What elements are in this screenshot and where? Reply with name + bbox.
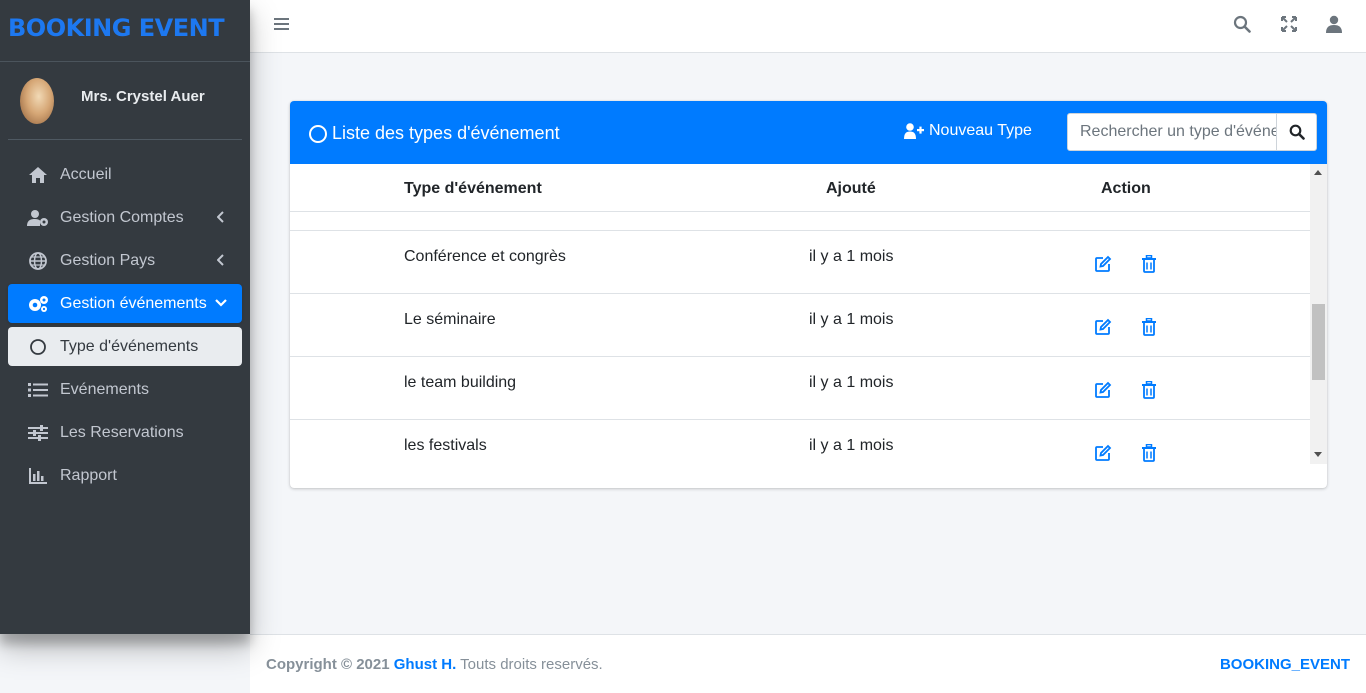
edit-icon[interactable] bbox=[1094, 318, 1112, 336]
sidebar-item-label: Rapport bbox=[60, 466, 117, 484]
added-cell: il y a 1 mois bbox=[809, 374, 894, 391]
sidebar-item-evenements[interactable]: Evénements bbox=[8, 370, 242, 409]
home-icon bbox=[27, 165, 49, 185]
added-cell: il y a 1 mois bbox=[809, 311, 894, 328]
search-group bbox=[1067, 113, 1317, 151]
search-input[interactable] bbox=[1068, 114, 1276, 150]
search-icon bbox=[1289, 124, 1305, 140]
cogs-icon bbox=[27, 294, 49, 314]
column-header-action: Action bbox=[1101, 180, 1151, 197]
card-title-text: Liste des types d'événement bbox=[332, 123, 560, 143]
rights-text: Touts droits reservés. bbox=[460, 656, 603, 673]
circle-icon bbox=[309, 124, 327, 143]
sidebar-item-label: Gestion Comptes bbox=[60, 208, 184, 226]
menu-toggle-icon[interactable] bbox=[274, 17, 289, 31]
brand-link[interactable]: BOOKING EVENT bbox=[0, 0, 250, 62]
search-icon[interactable] bbox=[1233, 15, 1251, 33]
table-scrollbar[interactable] bbox=[1310, 164, 1327, 464]
edit-icon[interactable] bbox=[1094, 255, 1112, 273]
card-title: Liste des types d'événement bbox=[309, 123, 560, 144]
sidebar-item-gestion-comptes[interactable]: Gestion Comptes bbox=[8, 198, 242, 237]
sidebar-item-gestion-evenements[interactable]: Gestion événements bbox=[8, 284, 242, 323]
sidebar-item-reservations[interactable]: Les Reservations bbox=[8, 413, 242, 452]
sidebar-item-label: Gestion événements bbox=[60, 294, 207, 312]
search-button[interactable] bbox=[1276, 114, 1316, 150]
table-header: Type d'événement Ajouté Action bbox=[290, 164, 1310, 212]
sidebar: BOOKING EVENT Mrs. Crystel Auer Accueil … bbox=[0, 0, 250, 634]
circle-icon bbox=[27, 337, 49, 357]
scroll-down-arrow-icon[interactable] bbox=[1314, 452, 1322, 457]
sidebar-item-label: Les Reservations bbox=[60, 423, 184, 441]
table-row: les festivals il y a 1 mois bbox=[290, 419, 1310, 464]
added-cell: il y a 1 mois bbox=[809, 248, 894, 265]
table-row: Le séminaire il y a 1 mois bbox=[290, 293, 1310, 356]
footer-copyright: Copyright © 2021 Ghust H. Touts droits r… bbox=[266, 656, 603, 673]
new-type-button[interactable]: Nouveau Type bbox=[904, 122, 1032, 140]
sidebar-item-label: Evénements bbox=[60, 380, 149, 398]
type-cell: Conférence et congrès bbox=[404, 248, 566, 265]
footer: Copyright © 2021 Ghust H. Touts droits r… bbox=[250, 634, 1366, 693]
type-cell: Le séminaire bbox=[404, 311, 496, 328]
edit-icon[interactable] bbox=[1094, 444, 1112, 462]
delete-icon[interactable] bbox=[1141, 443, 1159, 462]
column-header-added[interactable]: Ajouté bbox=[826, 180, 876, 198]
new-type-label: Nouveau Type bbox=[929, 122, 1032, 139]
added-cell: il y a 1 mois bbox=[809, 437, 894, 454]
scroll-up-arrow-icon[interactable] bbox=[1314, 170, 1322, 175]
sidebar-item-label: Accueil bbox=[60, 165, 112, 183]
type-cell: le team building bbox=[404, 374, 517, 391]
user-plus-icon bbox=[904, 123, 924, 139]
chevron-left-icon bbox=[214, 209, 228, 225]
list-icon bbox=[27, 380, 49, 400]
sidebar-item-label: Type d'événements bbox=[60, 337, 199, 355]
edit-icon[interactable] bbox=[1094, 381, 1112, 399]
sidebar-item-gestion-pays[interactable]: Gestion Pays bbox=[8, 241, 242, 280]
column-header-type[interactable]: Type d'événement bbox=[404, 180, 542, 198]
globe-icon bbox=[27, 251, 49, 271]
sliders-icon bbox=[27, 423, 49, 443]
event-types-card: Liste des types d'événement Nouveau Type… bbox=[290, 101, 1327, 488]
delete-icon[interactable] bbox=[1141, 317, 1159, 336]
delete-icon[interactable] bbox=[1141, 254, 1159, 273]
table-row: Conférence et congrès il y a 1 mois bbox=[290, 230, 1310, 293]
user-panel: Mrs. Crystel Auer bbox=[8, 62, 242, 140]
card-header: Liste des types d'événement Nouveau Type bbox=[290, 101, 1327, 164]
sidebar-item-accueil[interactable]: Accueil bbox=[8, 155, 242, 194]
users-cog-icon bbox=[27, 208, 49, 228]
chart-bar-icon bbox=[27, 466, 49, 486]
footer-brand: BOOKING_EVENT bbox=[1219, 656, 1350, 673]
user-name[interactable]: Mrs. Crystel Auer bbox=[81, 88, 205, 105]
sidebar-item-label: Gestion Pays bbox=[60, 251, 156, 269]
avatar[interactable] bbox=[20, 78, 54, 124]
sidebar-nav: Accueil Gestion Comptes Gestion Pays Ges… bbox=[0, 140, 250, 495]
fullscreen-icon[interactable] bbox=[1280, 15, 1298, 33]
sidebar-item-rapport[interactable]: Rapport bbox=[8, 456, 242, 495]
type-cell: les festivals bbox=[404, 437, 487, 454]
delete-icon[interactable] bbox=[1141, 380, 1159, 399]
chevron-left-icon bbox=[214, 252, 228, 268]
copyright-text: Copyright © 2021 bbox=[266, 656, 390, 673]
top-navbar bbox=[250, 0, 1366, 53]
user-icon[interactable] bbox=[1326, 15, 1344, 33]
chevron-down-icon bbox=[214, 295, 228, 311]
event-types-table[interactable]: Type d'événement Ajouté Action Conférenc… bbox=[290, 164, 1327, 464]
brand-title: BOOKING EVENT bbox=[8, 14, 225, 42]
author-link[interactable]: Ghust H. bbox=[394, 656, 457, 673]
table-row: le team building il y a 1 mois bbox=[290, 356, 1310, 419]
sidebar-item-type-evenements[interactable]: Type d'événements bbox=[8, 327, 242, 366]
scrollbar-thumb[interactable] bbox=[1312, 304, 1325, 380]
